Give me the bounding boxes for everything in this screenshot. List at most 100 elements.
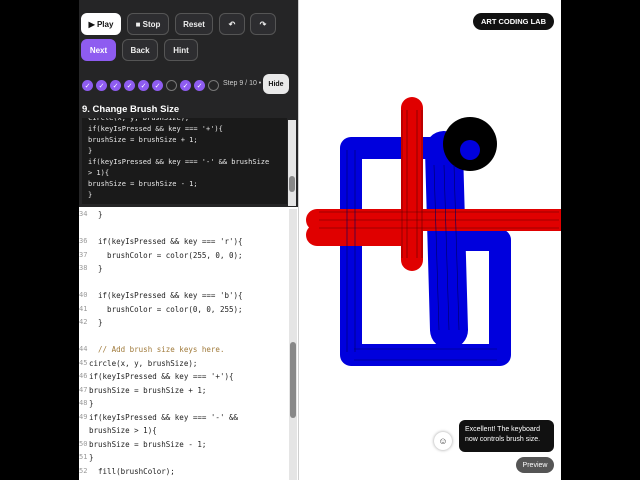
step-progress: ✓ ✓ ✓ ✓ ✓ ✓ ✓ ✓ <box>82 80 219 92</box>
hint-scrollbar[interactable] <box>288 120 296 206</box>
hint-code-line: brushSize = brushSize + 1; <box>88 136 198 144</box>
code-line[interactable]: 37 brushColor = color(255, 0, 0); <box>79 251 291 264</box>
step-dot[interactable]: ✓ <box>180 80 191 91</box>
step-dot[interactable]: ✓ <box>82 80 93 91</box>
hint-button[interactable]: Hint <box>164 39 198 61</box>
editor-scrollbar-thumb[interactable] <box>290 342 296 418</box>
next-button[interactable]: Next <box>81 39 116 61</box>
step-dot[interactable]: ✓ <box>110 80 121 91</box>
hint-code-line: > 1){ <box>88 169 110 177</box>
code-line[interactable]: 48} <box>79 399 291 412</box>
code-line[interactable]: 50 brushSize = brushSize - 1; <box>79 440 291 453</box>
step-dot[interactable]: ✓ <box>152 80 163 91</box>
line-number: 45 <box>79 358 88 367</box>
line-number: 52 <box>79 466 88 475</box>
code-line[interactable]: 42 } <box>79 318 291 331</box>
undo-icon: ↶ <box>228 19 236 29</box>
hint-code-line: brushSize = brushSize - 1; <box>88 180 198 188</box>
hint-code-line: } <box>88 147 93 155</box>
code-line[interactable] <box>79 278 291 291</box>
line-number: 36 <box>79 237 88 245</box>
code-line[interactable]: 38 } <box>79 264 291 277</box>
line-number: 42 <box>79 318 88 326</box>
line-number: 46 <box>79 372 88 380</box>
code-editor[interactable]: 34 } 36 if(keyIsPressed && key === 'r'){3… <box>79 207 298 480</box>
line-text: if(keyIsPressed && key === '+'){ <box>89 372 234 381</box>
step-dot[interactable] <box>208 80 219 91</box>
editor-scrollbar[interactable] <box>289 209 297 480</box>
line-number: 41 <box>79 304 88 313</box>
preview-button[interactable]: Preview <box>516 457 554 473</box>
brand-badge: ART CODING LAB <box>473 13 554 30</box>
hint-code-line: if(keyIsPressed && key === '-' && brushS… <box>88 158 270 166</box>
line-number <box>79 332 89 345</box>
code-line[interactable] <box>79 224 291 237</box>
line-number: 38 <box>79 264 88 272</box>
code-line[interactable]: 46 if(keyIsPressed && key === '+'){ <box>79 372 291 385</box>
drawing-svg <box>306 97 561 366</box>
line-text: circle(x, y, brushSize); <box>89 358 198 368</box>
blue-stroke <box>340 131 511 366</box>
line-text: if(keyIsPressed && key === 'b'){ <box>89 291 243 300</box>
hint-code-line: circle(x, y, brushSize); <box>88 118 190 122</box>
code-line[interactable]: 45 circle(x, y, brushSize); <box>79 359 291 372</box>
step-dot[interactable]: ✓ <box>124 80 135 91</box>
line-number <box>79 224 89 237</box>
line-text: brushColor = color(255, 0, 0); <box>89 250 243 260</box>
code-line[interactable]: 52 fill(brushColor); <box>79 467 291 480</box>
line-text: brushSize = brushSize + 1; <box>89 385 207 395</box>
line-text: if(keyIsPressed && key === 'r'){ <box>89 237 243 246</box>
code-line[interactable]: brushSize > 1){ <box>79 426 291 439</box>
blue-dot-inner <box>460 140 480 160</box>
line-number <box>79 426 89 439</box>
line-text: } <box>89 453 94 462</box>
code-line[interactable]: 41 brushColor = color(0, 0, 255); <box>79 305 291 318</box>
code-line[interactable] <box>79 332 291 345</box>
step-title: 9. Change Brush Size <box>82 104 180 115</box>
hint-scrollbar-thumb[interactable] <box>289 176 295 192</box>
code-panel: ▶ Play ■ Stop Reset ↶ ↷ Next Back Hint ✓… <box>79 0 298 480</box>
assistant-message: Excellent! The keyboard now controls bru… <box>459 420 554 452</box>
step-dot[interactable]: ✓ <box>96 80 107 91</box>
step-dot[interactable]: ✓ <box>138 80 149 91</box>
play-button[interactable]: ▶ Play <box>81 13 121 35</box>
line-text: } <box>89 264 103 273</box>
code-line[interactable]: 49 if(keyIsPressed && key === '-' && <box>79 413 291 426</box>
hint-code-box: circle(x, y, brushSize); if(keyIsPressed … <box>82 118 287 204</box>
line-number: 49 <box>79 412 88 421</box>
code-line[interactable]: 51} <box>79 453 291 466</box>
line-number: 50 <box>79 439 88 448</box>
reset-button[interactable]: Reset <box>175 13 213 35</box>
line-number: 40 <box>79 291 88 299</box>
line-text: // Add brush size keys here. <box>89 345 225 354</box>
line-text: brushSize > 1){ <box>89 426 157 435</box>
hint-code-line: } <box>88 191 93 199</box>
redo-icon: ↷ <box>259 19 267 29</box>
stop-button[interactable]: ■ Stop <box>127 13 169 35</box>
redo-button[interactable]: ↷ <box>250 13 276 35</box>
line-text: } <box>89 210 103 219</box>
line-number: 34 <box>79 210 88 218</box>
undo-button[interactable]: ↶ <box>219 13 245 35</box>
code-line[interactable]: 44 // Add brush size keys here. <box>79 345 291 358</box>
step-dot[interactable]: ✓ <box>194 80 205 91</box>
line-number: 48 <box>79 399 88 407</box>
robot-icon[interactable]: ☺ <box>434 432 452 450</box>
hide-button[interactable]: Hide <box>263 74 289 94</box>
code-line[interactable]: 34 } <box>79 210 291 223</box>
code-line[interactable]: 47 brushSize = brushSize + 1; <box>79 386 291 399</box>
line-text: } <box>89 318 103 327</box>
code-line[interactable]: 40 if(keyIsPressed && key === 'b'){ <box>79 291 291 304</box>
back-button[interactable]: Back <box>122 39 158 61</box>
lesson-panel: ▶ Play ■ Stop Reset ↶ ↷ Next Back Hint ✓… <box>79 0 298 207</box>
line-number: 44 <box>79 345 88 353</box>
line-number: 51 <box>79 453 88 461</box>
line-number <box>79 278 89 291</box>
line-text: brushColor = color(0, 0, 255); <box>89 304 243 314</box>
app-frame: ▶ Play ■ Stop Reset ↶ ↷ Next Back Hint ✓… <box>79 0 561 480</box>
code-line[interactable]: 36 if(keyIsPressed && key === 'r'){ <box>79 237 291 250</box>
line-text: fill(brushColor); <box>89 466 175 476</box>
line-text: if(keyIsPressed && key === '-' && <box>89 412 239 422</box>
step-dot[interactable] <box>166 80 177 91</box>
sketch-canvas[interactable]: ART CODING LAB ☺ Excellent! The keyboard… <box>299 0 561 480</box>
